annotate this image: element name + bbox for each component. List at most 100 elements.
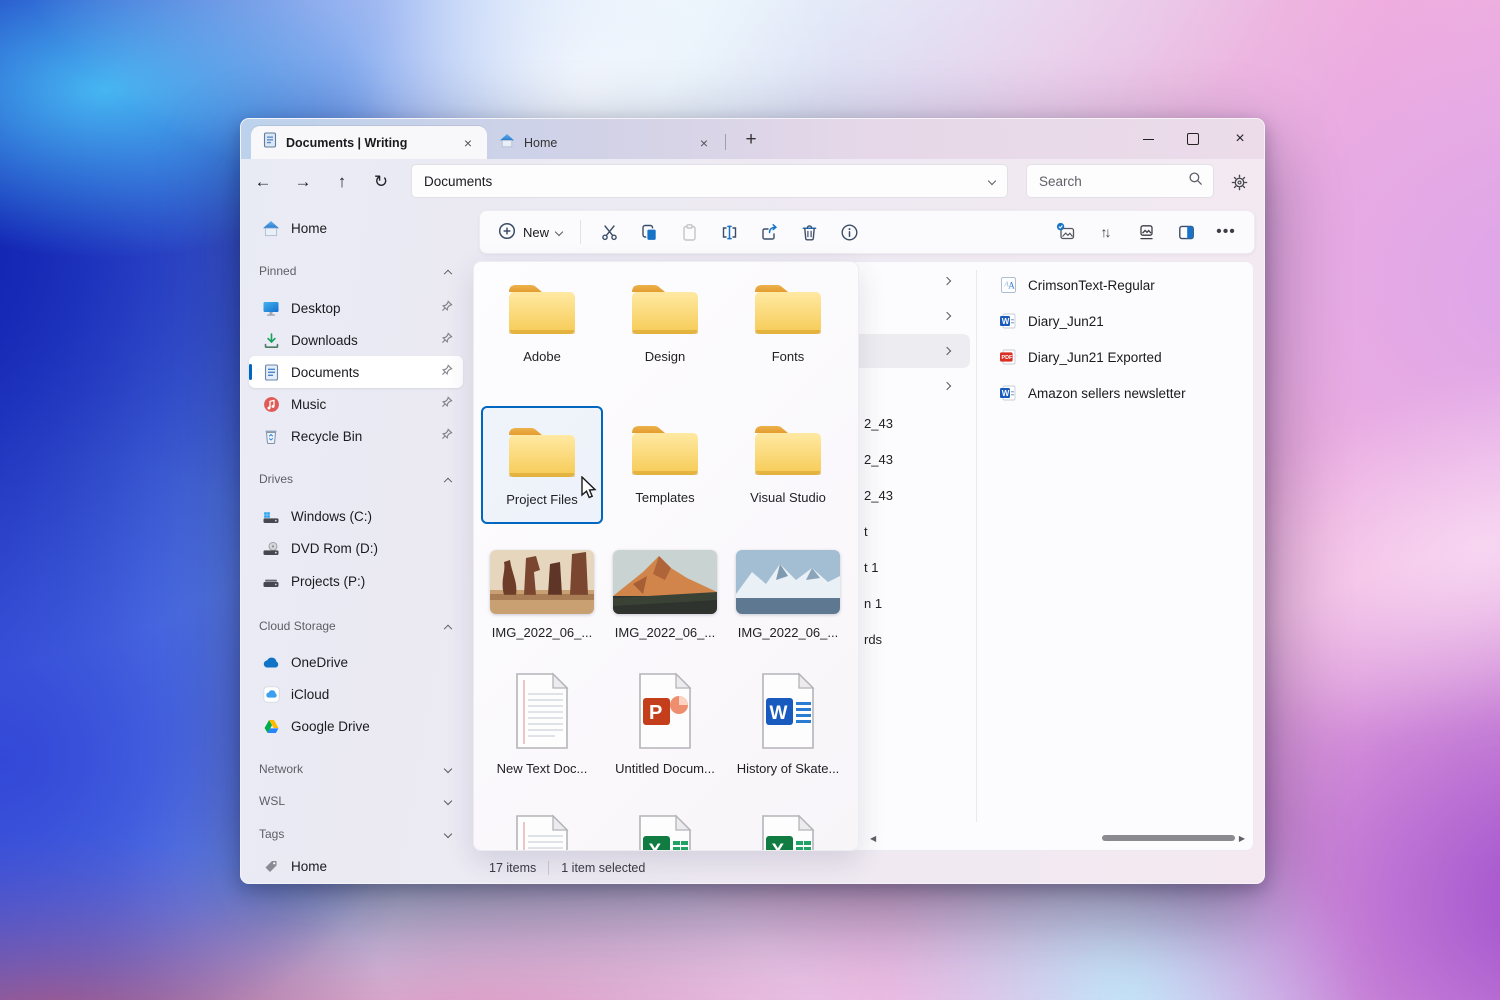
document-tile[interactable]: X (605, 814, 725, 851)
search-input[interactable] (1037, 173, 1188, 190)
file-row[interactable]: AA CrimsonText-Regular (986, 268, 1243, 302)
folder-tile-visual-studio[interactable]: Visual Studio (728, 419, 848, 505)
paste-button[interactable] (669, 215, 709, 249)
forward-button[interactable]: → (287, 166, 319, 198)
copy-button[interactable] (629, 215, 669, 249)
cut-button[interactable] (589, 215, 629, 249)
delete-button[interactable] (789, 215, 829, 249)
folder-tile-fonts[interactable]: Fonts (728, 278, 848, 364)
chevron-up-icon[interactable] (444, 270, 452, 278)
sidebar-item-tag-home[interactable]: Home (249, 850, 463, 882)
chevron-right-icon[interactable] (943, 382, 951, 390)
folder-tile-adobe[interactable]: Adobe (482, 278, 602, 364)
close-button[interactable]: × (1218, 119, 1262, 159)
truncated-file-label[interactable]: t 1 (864, 560, 878, 575)
up-button[interactable]: ↑ (326, 166, 358, 198)
chevron-down-icon[interactable] (444, 765, 452, 773)
sidebar-item-desktop[interactable]: Desktop (249, 292, 463, 324)
search-box[interactable] (1026, 164, 1214, 198)
truncated-file-label[interactable]: t (864, 524, 868, 539)
preview-pane-icon[interactable] (1166, 215, 1206, 249)
sidebar-item-google-drive[interactable]: Google Drive (249, 710, 463, 742)
new-button[interactable]: New (488, 215, 572, 249)
item-count: 17 items (489, 861, 536, 875)
truncated-file-label[interactable]: n 1 (864, 596, 882, 611)
tab-close-icon[interactable]: × (459, 135, 477, 151)
document-tile[interactable]: X (728, 814, 848, 851)
tab-title: Documents | Writing (286, 136, 450, 150)
document-tile[interactable]: P Untitled Docum... (605, 672, 725, 776)
scroll-left-icon[interactable]: ◀ (870, 834, 876, 843)
truncated-file-label[interactable]: 2_43 (864, 452, 893, 467)
scroll-right-icon[interactable]: ▶ (1239, 834, 1245, 843)
sidebar-item-icloud[interactable]: iCloud (249, 678, 463, 710)
new-tab-button[interactable]: + (738, 127, 764, 153)
folder-tile-project-files-selected[interactable]: Project Files (481, 406, 603, 524)
address-bar[interactable]: Documents (411, 164, 1008, 198)
text-document-icon (513, 814, 571, 851)
document-tile[interactable]: New Text Doc... (482, 672, 602, 776)
sidebar-item-onedrive[interactable]: OneDrive (249, 646, 463, 678)
sidebar-section-network[interactable]: Network (259, 757, 457, 781)
status-bar: 17 items 1 item selected (471, 853, 1264, 883)
sidebar-item-recycle-bin[interactable]: Recycle Bin (249, 420, 463, 452)
sidebar-item-projects-p[interactable]: Projects (P:) (249, 565, 463, 597)
document-tile[interactable]: W History of Skate... (728, 672, 848, 776)
chevron-down-icon[interactable] (444, 797, 452, 805)
sidebar-item-documents[interactable]: Documents (249, 356, 463, 388)
sidebar-item-downloads[interactable]: Downloads (249, 324, 463, 356)
sidebar-section-pinned[interactable]: Pinned (259, 259, 457, 283)
back-button[interactable]: ← (247, 166, 279, 198)
chevron-right-icon[interactable] (943, 312, 951, 320)
refresh-button[interactable]: ↻ (365, 166, 397, 198)
tab-close-icon[interactable]: × (695, 135, 713, 151)
chevron-right-icon[interactable] (943, 347, 951, 355)
sidebar-item-dvd-d[interactable]: DVD Rom (D:) (249, 532, 463, 564)
chevron-up-icon[interactable] (444, 625, 452, 633)
truncated-file-label[interactable]: 2_43 (864, 488, 893, 503)
title-bar[interactable]: Documents | Writing × Home × + × (241, 119, 1264, 159)
sort-icon[interactable]: ↑↓ (1086, 215, 1126, 249)
chevron-down-icon[interactable] (444, 830, 452, 838)
search-icon[interactable] (1188, 171, 1203, 191)
file-row[interactable]: W Diary_Jun21 (986, 304, 1243, 338)
minimize-button[interactable] (1126, 119, 1170, 159)
document-tile[interactable] (482, 814, 602, 851)
maximize-button[interactable] (1171, 119, 1215, 159)
sidebar-item-windows-c[interactable]: Windows (C:) (249, 500, 463, 532)
scrollbar-thumb[interactable] (1102, 835, 1235, 841)
file-row[interactable]: PDF Diary_Jun21 Exported (986, 340, 1243, 374)
folder-tile-design[interactable]: Design (605, 278, 725, 364)
chevron-up-icon[interactable] (444, 478, 452, 486)
share-button[interactable] (749, 215, 789, 249)
thumbnail-check-icon[interactable] (1046, 215, 1086, 249)
image-tile[interactable]: IMG_2022_06_... (605, 550, 725, 640)
home-tab-icon (499, 133, 515, 153)
tab-home[interactable]: Home × (487, 126, 723, 159)
rename-button[interactable] (709, 215, 749, 249)
sidebar-section-wsl[interactable]: WSL (259, 789, 457, 813)
settings-gear-icon[interactable] (1223, 166, 1255, 198)
sidebar-item-music[interactable]: Music (249, 388, 463, 420)
photo-mountain-thumbnail (613, 550, 717, 614)
image-tile[interactable]: IMG_2022_06_... (728, 550, 848, 640)
sidebar-section-tags[interactable]: Tags (259, 822, 457, 846)
powerpoint-document-icon: P (636, 672, 694, 750)
horizontal-scrollbar[interactable]: ◀ ▶ (870, 833, 1245, 843)
truncated-file-label[interactable]: 2_43 (864, 416, 893, 431)
truncated-file-label[interactable]: rds (864, 632, 882, 647)
sidebar-section-cloud-storage[interactable]: Cloud Storage (259, 614, 457, 638)
more-options-icon[interactable]: ••• (1206, 215, 1246, 249)
sidebar-section-drives[interactable]: Drives (259, 467, 457, 491)
address-text: Documents (424, 174, 492, 189)
pin-icon (441, 363, 453, 381)
tab-documents-writing[interactable]: Documents | Writing × (251, 126, 487, 159)
file-row[interactable]: W Amazon sellers newsletter (986, 376, 1243, 410)
sidebar-item-home[interactable]: Home (249, 212, 463, 244)
chevron-right-icon[interactable] (943, 277, 951, 285)
view-icon[interactable] (1126, 215, 1166, 249)
folder-tile-templates[interactable]: Templates (605, 419, 725, 505)
image-tile[interactable]: IMG_2022_06_... (482, 550, 602, 640)
properties-button[interactable] (829, 215, 869, 249)
chevron-down-icon[interactable] (988, 177, 996, 185)
